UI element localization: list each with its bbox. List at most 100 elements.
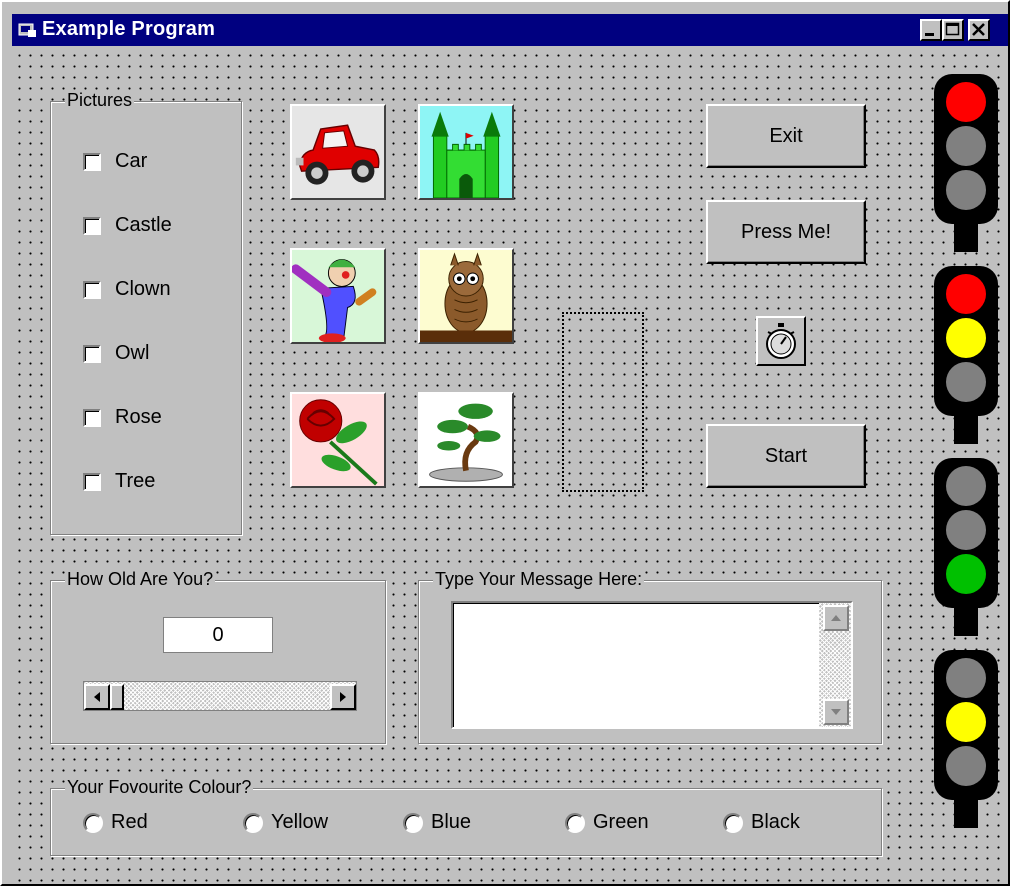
checkbox-clown[interactable]: Clown	[83, 278, 171, 301]
checkbox-label: Owl	[115, 342, 150, 364]
checkbox-tree[interactable]: Tree	[83, 470, 155, 493]
rose-icon	[292, 394, 384, 486]
radio-red[interactable]: Red	[83, 811, 148, 834]
traffic-light-red-lamp	[946, 82, 986, 122]
timer-control[interactable]	[756, 316, 806, 366]
traffic-light-red-lamp	[946, 466, 986, 506]
owl-picture[interactable]	[418, 248, 514, 344]
minimize-button[interactable]	[920, 19, 942, 41]
clown-picture[interactable]	[290, 248, 386, 344]
traffic-light-amber-lamp	[946, 702, 986, 742]
main-window: Example Program Pictures Car Castle Clow…	[0, 0, 1010, 886]
checkbox-box[interactable]	[83, 216, 101, 235]
traffic-light-4[interactable]	[934, 650, 998, 833]
castle-picture[interactable]	[418, 104, 514, 200]
radio-button[interactable]	[723, 812, 743, 833]
checkbox-rose[interactable]: Rose	[83, 406, 162, 429]
checkbox-label: Car	[115, 150, 148, 172]
checkbox-box[interactable]	[83, 408, 101, 427]
checkbox-box[interactable]	[83, 280, 101, 299]
checkbox-label: Clown	[115, 278, 171, 300]
traffic-light-2[interactable]	[934, 266, 998, 449]
checkbox-car[interactable]: Car	[83, 150, 147, 173]
pictures-frame: Pictures Car Castle Clown Owl Rose Tree	[50, 90, 242, 535]
checkbox-box[interactable]	[83, 472, 101, 491]
scroll-down-button[interactable]	[823, 699, 849, 725]
radio-label: Blue	[431, 811, 472, 833]
close-icon	[972, 23, 985, 36]
image-placeholder[interactable]	[562, 312, 644, 492]
checkbox-label: Castle	[115, 214, 172, 236]
radio-black[interactable]: Black	[723, 811, 800, 834]
radio-button[interactable]	[565, 812, 585, 833]
radio-label: Red	[111, 811, 148, 833]
traffic-light-1[interactable]	[934, 74, 998, 257]
scroll-right-button[interactable]	[330, 684, 356, 710]
checkbox-box[interactable]	[83, 344, 101, 363]
radio-blue[interactable]: Blue	[403, 811, 471, 834]
traffic-light-red-lamp	[946, 274, 986, 314]
press-me-button[interactable]: Press Me!	[706, 200, 866, 264]
message-scrollbar[interactable]	[819, 603, 851, 727]
checkbox-owl[interactable]: Owl	[83, 342, 149, 365]
clown-icon	[292, 250, 384, 342]
owl-icon	[420, 250, 512, 342]
radio-button[interactable]	[403, 812, 423, 833]
arrow-right-icon	[340, 692, 346, 702]
scroll-thumb[interactable]	[110, 684, 124, 710]
traffic-light-green-lamp	[946, 554, 986, 594]
scroll-left-button[interactable]	[84, 684, 110, 710]
radio-label: Black	[751, 811, 800, 833]
message-frame-label: Type Your Message Here:	[433, 569, 645, 590]
message-frame: Type Your Message Here:	[418, 569, 882, 744]
press-me-button-label: Press Me!	[740, 220, 832, 243]
scroll-up-button[interactable]	[823, 605, 849, 631]
title-bar[interactable]: Example Program	[12, 14, 1008, 46]
checkbox-box[interactable]	[83, 152, 101, 171]
traffic-light-amber-lamp	[946, 318, 986, 358]
traffic-light-green-lamp	[946, 362, 986, 402]
car-picture[interactable]	[290, 104, 386, 200]
age-frame-label: How Old Are You?	[65, 569, 216, 590]
traffic-light-red-lamp	[946, 658, 986, 698]
traffic-light-3[interactable]	[934, 458, 998, 641]
app-icon	[18, 23, 36, 37]
close-button[interactable]	[968, 19, 990, 41]
exit-button-label: Exit	[769, 124, 803, 147]
tree-icon	[420, 394, 512, 486]
arrow-left-icon	[94, 692, 100, 702]
radio-label: Green	[593, 811, 649, 833]
traffic-light-amber-lamp	[946, 126, 986, 166]
radio-button[interactable]	[243, 812, 263, 833]
tree-picture[interactable]	[418, 392, 514, 488]
maximize-button[interactable]	[942, 19, 964, 41]
checkbox-castle[interactable]: Castle	[83, 214, 172, 237]
message-textarea[interactable]	[451, 601, 853, 729]
pictures-frame-label: Pictures	[65, 90, 135, 111]
age-value-field[interactable]: 0	[163, 617, 273, 653]
start-button-label: Start	[764, 444, 808, 467]
radio-green[interactable]: Green	[565, 811, 649, 834]
arrow-down-icon	[831, 709, 841, 715]
form-client-area: Pictures Car Castle Clown Owl Rose Tree …	[12, 48, 1008, 882]
arrow-up-icon	[831, 615, 841, 621]
start-button[interactable]: Start	[706, 424, 866, 488]
traffic-light-green-lamp	[946, 170, 986, 210]
age-frame: How Old Are You? 0	[50, 569, 386, 744]
traffic-light-amber-lamp	[946, 510, 986, 550]
checkbox-label: Rose	[115, 406, 162, 428]
minimize-icon	[925, 33, 934, 36]
radio-yellow[interactable]: Yellow	[243, 811, 328, 834]
radio-button[interactable]	[83, 812, 103, 833]
rose-picture[interactable]	[290, 392, 386, 488]
age-value: 0	[212, 623, 224, 646]
checkbox-label: Tree	[115, 470, 156, 492]
maximize-icon	[945, 22, 960, 36]
exit-button[interactable]: Exit	[706, 104, 866, 168]
colour-frame: Your Fovourite Colour? Red Yellow Blue G…	[50, 777, 882, 856]
window-title: Example Program	[42, 18, 216, 40]
age-scrollbar[interactable]	[83, 681, 357, 711]
car-icon	[292, 106, 384, 198]
stopwatch-icon	[766, 323, 796, 359]
colour-frame-label: Your Fovourite Colour?	[65, 777, 254, 798]
